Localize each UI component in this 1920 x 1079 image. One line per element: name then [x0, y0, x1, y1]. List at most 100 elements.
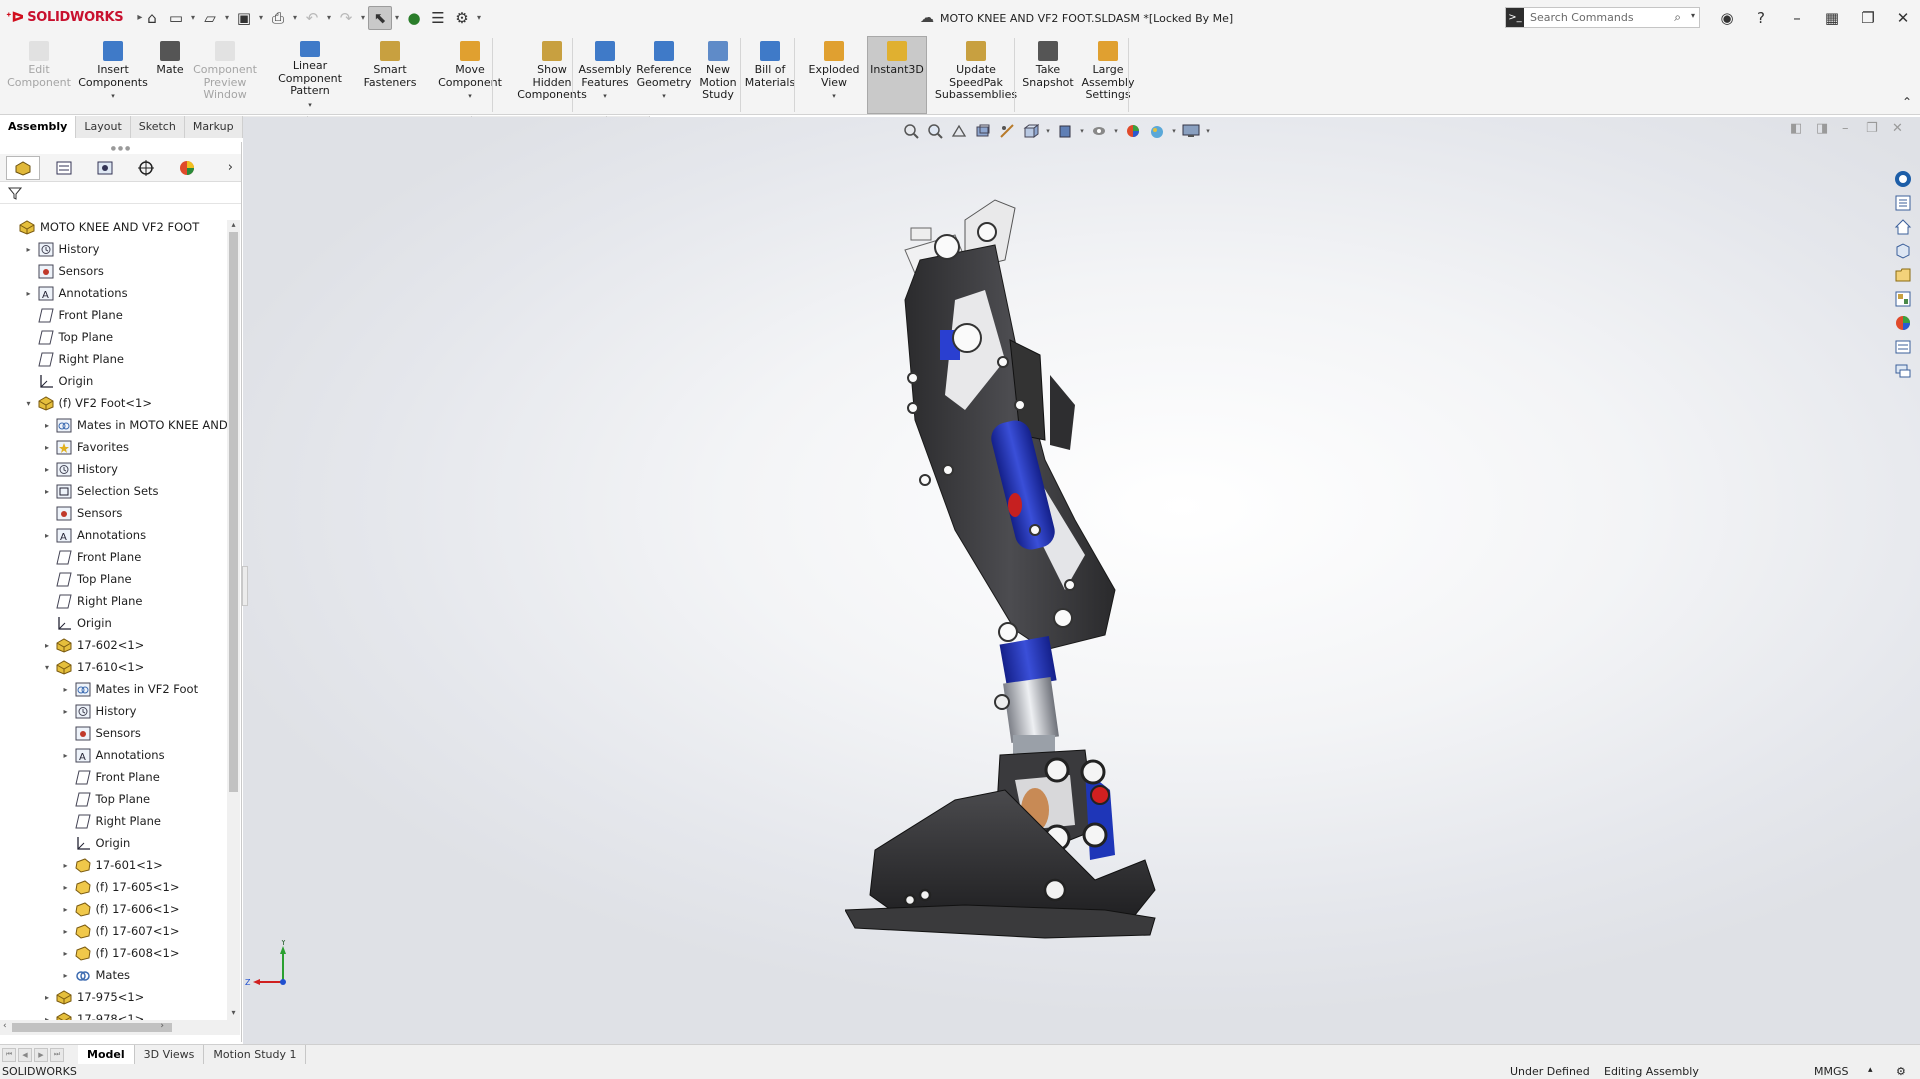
help-icon[interactable]: ?: [1746, 0, 1776, 35]
search-dropdown-icon[interactable]: ▾: [1691, 11, 1695, 20]
tree-vertical-scrollbar[interactable]: ▴ ▾: [227, 220, 240, 1020]
tree-item[interactable]: Front Plane: [0, 304, 228, 326]
tree-item[interactable]: ▸ Favorites: [0, 436, 228, 458]
expand-arrow-icon[interactable]: ▸: [60, 861, 72, 870]
tab-layout[interactable]: Layout: [76, 116, 131, 138]
minimize-icon[interactable]: –: [1782, 0, 1812, 35]
instant3d-button[interactable]: Instant3D: [867, 36, 927, 114]
collapse-arrow-icon[interactable]: ▾: [41, 663, 53, 672]
tree-item[interactable]: ▸ Mates: [0, 964, 228, 986]
dynamic-annotation-icon[interactable]: [996, 121, 1018, 141]
tree-item[interactable]: ▸ (f) 17-605<1>: [0, 876, 228, 898]
scroll-down-icon[interactable]: ▾: [227, 1008, 240, 1020]
redo-icon[interactable]: ↷: [334, 6, 358, 30]
move-component-button[interactable]: Move Component ▾: [438, 41, 502, 111]
rebuild-icon[interactable]: ●: [402, 6, 426, 30]
tree-item[interactable]: ▸ (f) 17-608<1>: [0, 942, 228, 964]
panel-splitter[interactable]: [242, 566, 248, 606]
scroll-thumb[interactable]: [229, 232, 238, 792]
edit-appearance-icon[interactable]: [1122, 121, 1144, 141]
section-view-icon[interactable]: [972, 121, 994, 141]
select-dropdown-icon[interactable]: ▾: [392, 13, 402, 22]
display-manager-tab-icon[interactable]: [170, 156, 204, 180]
expand-arrow-icon[interactable]: ▸: [23, 245, 35, 254]
expand-arrow-icon[interactable]: ▸: [60, 751, 72, 760]
viewport-minimize-icon[interactable]: –: [1842, 121, 1849, 136]
exploded-view-dropdown-icon[interactable]: ▾: [832, 90, 836, 103]
tree-item[interactable]: Origin: [0, 832, 228, 854]
bottom-tab-model[interactable]: Model: [78, 1045, 135, 1064]
options-gear-icon[interactable]: ⚙: [450, 6, 474, 30]
file-properties-icon[interactable]: ☰: [426, 6, 450, 30]
save-dropdown-icon[interactable]: ▾: [256, 13, 266, 22]
display-style-icon[interactable]: [1054, 121, 1076, 141]
view-settings-icon[interactable]: [1180, 121, 1202, 141]
scroll-right-icon[interactable]: ›: [160, 1021, 164, 1031]
options-dropdown-icon[interactable]: ▾: [474, 13, 484, 22]
tree-item[interactable]: Top Plane: [0, 788, 228, 810]
redo-dropdown-icon[interactable]: ▾: [358, 13, 368, 22]
view-settings-dropdown-icon[interactable]: ▾: [1204, 127, 1212, 135]
tree-item[interactable]: ▸ History: [0, 238, 228, 260]
expand-arrow-icon[interactable]: ▸: [60, 707, 72, 716]
tree-filter[interactable]: [0, 182, 241, 204]
expand-arrow-icon[interactable]: ▸: [60, 927, 72, 936]
view-orientation-dropdown-icon[interactable]: ▾: [1044, 127, 1052, 135]
tree-item[interactable]: Sensors: [0, 260, 228, 282]
restore-icon[interactable]: ❐: [1853, 0, 1883, 35]
collapse-ribbon-icon[interactable]: ⌃: [1902, 95, 1912, 109]
tree-item[interactable]: ▸ A Annotations: [0, 282, 228, 304]
bottom-tab-3d-views[interactable]: 3D Views: [135, 1045, 205, 1064]
hide-show-dropdown-icon[interactable]: ▾: [1112, 127, 1120, 135]
view-orientation-icon[interactable]: [1020, 121, 1042, 141]
open-folder-icon[interactable]: ▱: [198, 6, 222, 30]
tree-item[interactable]: ▸ 17-601<1>: [0, 854, 228, 876]
tree-item[interactable]: Sensors: [0, 502, 228, 524]
zoom-to-fit-icon[interactable]: [900, 121, 922, 141]
tree-item[interactable]: Origin: [0, 370, 228, 392]
expand-arrow-icon[interactable]: ▸: [23, 289, 35, 298]
solidworks-forum-icon[interactable]: [1892, 360, 1914, 382]
viewport-split-right-icon[interactable]: ◨: [1816, 121, 1828, 136]
custom-properties-icon[interactable]: [1892, 336, 1914, 358]
tree-item[interactable]: Right Plane: [0, 810, 228, 832]
tree-item[interactable]: ▸ (f) 17-607<1>: [0, 920, 228, 942]
reference-geometry-button[interactable]: Reference Geometry ▾: [636, 41, 692, 111]
edit-component-button[interactable]: Edit Component: [7, 41, 71, 111]
tree-item[interactable]: Front Plane: [0, 546, 228, 568]
expand-arrow-icon[interactable]: ▸: [41, 443, 53, 452]
assembly-features-dropdown-icon[interactable]: ▾: [603, 90, 607, 103]
insert-components-button[interactable]: Insert Components ▾: [78, 41, 148, 111]
prev-tab-icon[interactable]: ◀: [18, 1047, 32, 1062]
tree-item[interactable]: ▸ Mates in MOTO KNEE AND V: [0, 414, 228, 436]
apply-scene-dropdown-icon[interactable]: ▾: [1170, 127, 1178, 135]
tree-item[interactable]: ▸ 17-602<1>: [0, 634, 228, 656]
status-settings-icon[interactable]: ⚙: [1896, 1065, 1906, 1078]
expand-arrow-icon[interactable]: ▸: [41, 465, 53, 474]
bill-of-materials-button[interactable]: Bill of Materials: [744, 41, 796, 111]
configuration-manager-tab-icon[interactable]: [88, 156, 122, 180]
linear-component-pattern-dropdown-icon[interactable]: ▾: [308, 99, 312, 112]
save-icon[interactable]: ▣: [232, 6, 256, 30]
last-tab-icon[interactable]: ⏭: [50, 1047, 64, 1062]
filter-icon[interactable]: [8, 186, 22, 200]
tree-item[interactable]: Origin: [0, 612, 228, 634]
expand-arrow-icon[interactable]: ▸: [60, 971, 72, 980]
print-icon[interactable]: ⎙: [266, 6, 290, 30]
home-task-icon[interactable]: [1892, 216, 1914, 238]
tab-sketch[interactable]: Sketch: [130, 116, 185, 138]
show-hidden-components-button[interactable]: Show Hidden Components: [517, 41, 587, 111]
expand-arrow-icon[interactable]: ▸: [41, 993, 53, 1002]
status-units[interactable]: MMGS: [1814, 1065, 1849, 1078]
expand-arrow-icon[interactable]: ▸: [41, 531, 53, 540]
next-tab-icon[interactable]: ▶: [34, 1047, 48, 1062]
tree-item[interactable]: ▾ 17-610<1>: [0, 656, 228, 678]
tree-horizontal-scrollbar[interactable]: ‹ ›: [0, 1020, 240, 1035]
component-preview-window-button[interactable]: Component Preview Window: [193, 41, 257, 111]
first-tab-icon[interactable]: ⏮: [2, 1047, 16, 1062]
prosthetic-leg-model[interactable]: [845, 190, 1310, 1035]
feature-manager-tab-icon[interactable]: [6, 155, 40, 180]
tree-item[interactable]: Right Plane: [0, 590, 228, 612]
3d-content-central-icon[interactable]: [1892, 240, 1914, 262]
user-account-icon[interactable]: ◉: [1712, 0, 1742, 35]
